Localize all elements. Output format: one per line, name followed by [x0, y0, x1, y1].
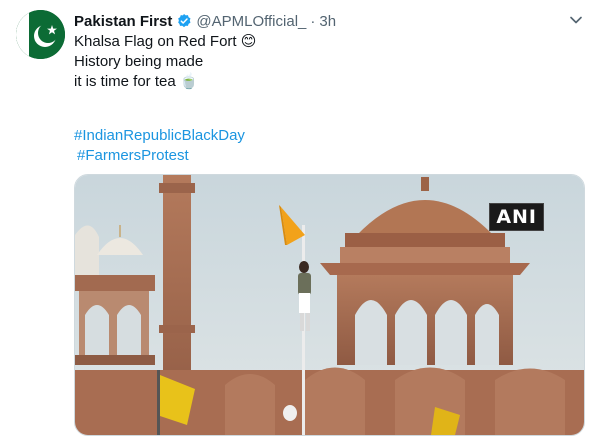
- author-handle[interactable]: @APMLOfficial_: [196, 13, 306, 30]
- tweet-media-image[interactable]: ANI: [74, 174, 585, 436]
- more-options-icon[interactable]: [564, 8, 588, 32]
- pakistan-flag-avatar-icon: [16, 10, 65, 59]
- author-name[interactable]: Pakistan First: [74, 13, 172, 30]
- hashtag-link[interactable]: #IndianRepublicBlackDay: [74, 126, 245, 146]
- verified-badge-icon: [176, 13, 192, 29]
- ani-watermark: ANI: [489, 203, 544, 231]
- tweet-header: Pakistan First @APMLOfficial_ · 3h: [74, 10, 586, 32]
- header-separator: ·: [310, 12, 316, 30]
- tweet-timestamp[interactable]: 3h: [319, 13, 336, 30]
- tweet-text: Khalsa Flag on Red Fort 😊 History being …: [74, 32, 574, 92]
- avatar[interactable]: [16, 10, 65, 59]
- tweet-line: it is time for tea 🍵: [74, 73, 199, 90]
- hashtag-link[interactable]: #FarmersProtest: [77, 146, 245, 166]
- tweet-line: History being made: [74, 53, 204, 70]
- tweet-line: Khalsa Flag on Red Fort 😊: [74, 33, 257, 50]
- hashtag-list: #IndianRepublicBlackDay #FarmersProtest: [74, 126, 245, 166]
